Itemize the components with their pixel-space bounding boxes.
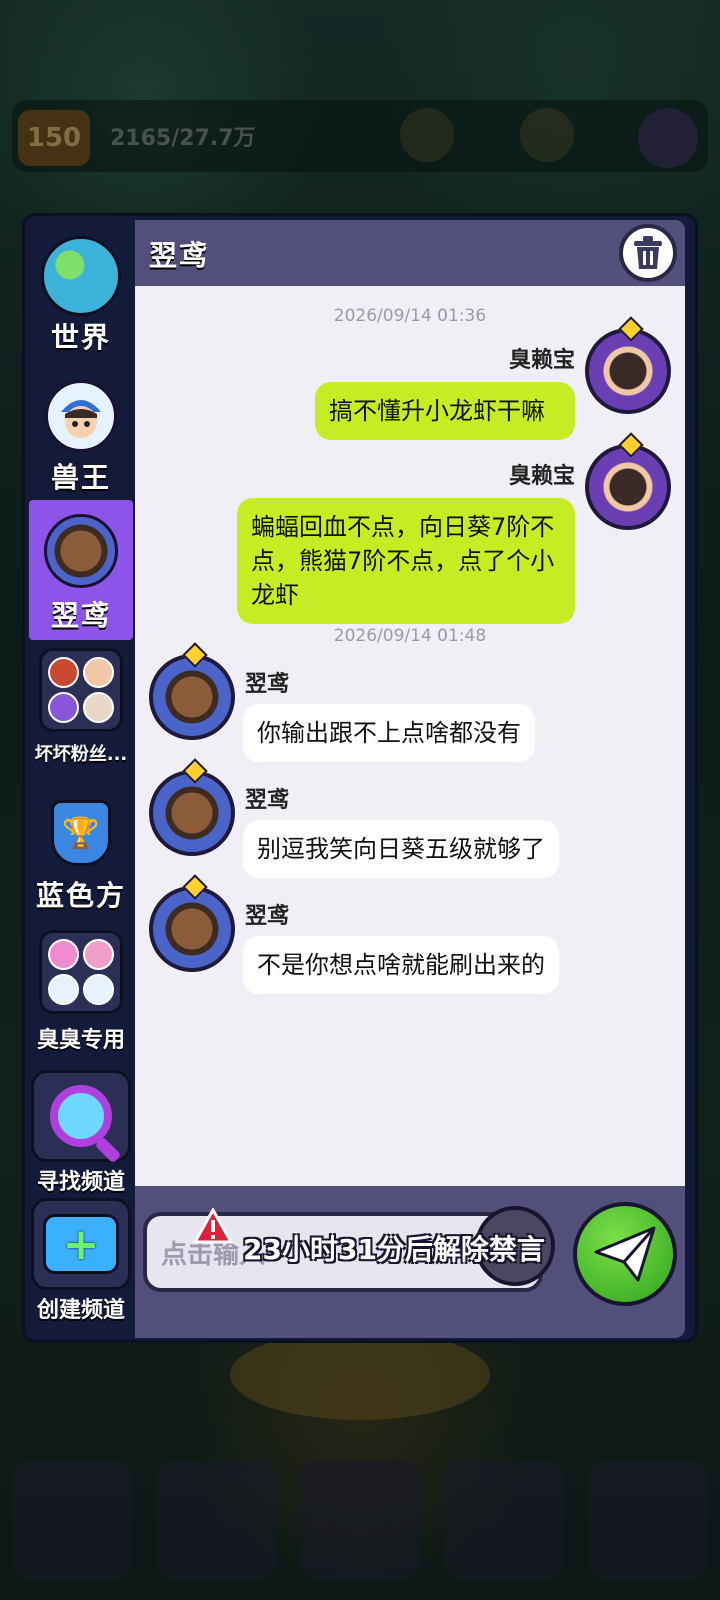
send-button[interactable]	[573, 1202, 677, 1306]
sidebar-item-group-fans[interactable]: 坏坏粉丝...	[29, 648, 133, 778]
channel-sidebar: 世界 兽王 翌鸢 坏坏粉丝... 🏆 蓝色方 臭臭专用 寻找频道 + 创建频道	[29, 220, 133, 1338]
message-sender: 翌鸢	[245, 904, 290, 929]
sidebar-item-world[interactable]: 世界	[29, 236, 133, 360]
avatar	[45, 380, 117, 452]
delete-button[interactable]	[619, 224, 677, 282]
chat-header: 翌鸢	[135, 220, 685, 286]
trash-icon	[634, 236, 662, 269]
message-bubble-outgoing[interactable]: 搞不懂升小龙虾干嘛	[315, 382, 575, 440]
sidebar-item-label: 世界	[50, 321, 111, 354]
sidebar-item-label: 兽王	[50, 461, 111, 494]
message-sender: 翌鸢	[245, 788, 290, 813]
input-bar: 点击输入 23小时31分后解除禁言	[135, 1186, 685, 1338]
group-avatar	[39, 930, 123, 1014]
avatar[interactable]	[149, 886, 235, 972]
globe-icon	[41, 236, 121, 316]
create-channel-label: 创建频道	[36, 1298, 125, 1323]
sidebar-item-group-chouchou[interactable]: 臭臭专用	[29, 930, 133, 1060]
find-channel-button[interactable]: 寻找频道	[29, 1070, 133, 1196]
message-list[interactable]: 2026/09/14 01:36 臭赖宝 搞不懂升小龙虾干嘛 臭赖宝 蝙蝠回血不…	[135, 286, 685, 1186]
message-sender: 翌鸢	[245, 672, 290, 697]
avatar[interactable]	[149, 770, 235, 856]
timestamp: 2026/09/14 01:48	[333, 626, 487, 646]
trophy-icon: 🏆	[51, 800, 111, 866]
chat-panel: 世界 兽王 翌鸢 坏坏粉丝... 🏆 蓝色方 臭臭专用 寻找频道 + 创建频道 …	[22, 213, 698, 1343]
warning-icon	[193, 1208, 233, 1244]
sidebar-item-label: 蓝色方	[35, 879, 126, 912]
plus-icon-tile: +	[31, 1198, 131, 1290]
chat-title: 翌鸢	[149, 239, 210, 272]
send-icon	[594, 1226, 656, 1282]
message-bubble-incoming[interactable]: 不是你想点啥就能刷出来的	[243, 936, 559, 994]
plus-icon: +	[43, 1214, 119, 1274]
sidebar-item-yiyuan[interactable]: 翌鸢	[29, 500, 133, 640]
create-channel-button[interactable]: + 创建频道	[29, 1198, 133, 1324]
message-bubble-incoming[interactable]: 别逗我笑向日葵五级就够了	[243, 820, 559, 878]
chat-area: 翌鸢 2026/09/14 01:36 臭赖宝 搞不懂升小龙虾干嘛 臭赖宝 蝙蝠…	[135, 220, 685, 1338]
sidebar-item-label: 翌鸢	[50, 599, 111, 632]
avatar[interactable]	[585, 328, 671, 414]
sidebar-item-beast-king[interactable]: 兽王	[29, 380, 133, 500]
group-avatar	[39, 648, 123, 732]
mute-notice: 23小时31分后解除禁言	[243, 1233, 545, 1266]
avatar	[44, 514, 118, 588]
sidebar-item-label: 坏坏粉丝...	[34, 744, 128, 765]
search-icon	[50, 1085, 112, 1147]
search-icon-tile	[31, 1070, 131, 1162]
sidebar-item-blue-team[interactable]: 🏆 蓝色方	[29, 800, 133, 920]
message-sender: 臭赖宝	[508, 464, 575, 489]
find-channel-label: 寻找频道	[36, 1170, 125, 1195]
message-bubble-outgoing[interactable]: 蝙蝠回血不点，向日葵7阶不点，熊猫7阶不点，点了个小龙虾	[237, 498, 575, 624]
avatar[interactable]	[585, 444, 671, 530]
sidebar-item-label: 臭臭专用	[36, 1028, 125, 1053]
timestamp: 2026/09/14 01:36	[333, 306, 487, 326]
message-sender: 臭赖宝	[508, 348, 575, 373]
message-bubble-incoming[interactable]: 你输出跟不上点啥都没有	[243, 704, 535, 762]
avatar[interactable]	[149, 654, 235, 740]
